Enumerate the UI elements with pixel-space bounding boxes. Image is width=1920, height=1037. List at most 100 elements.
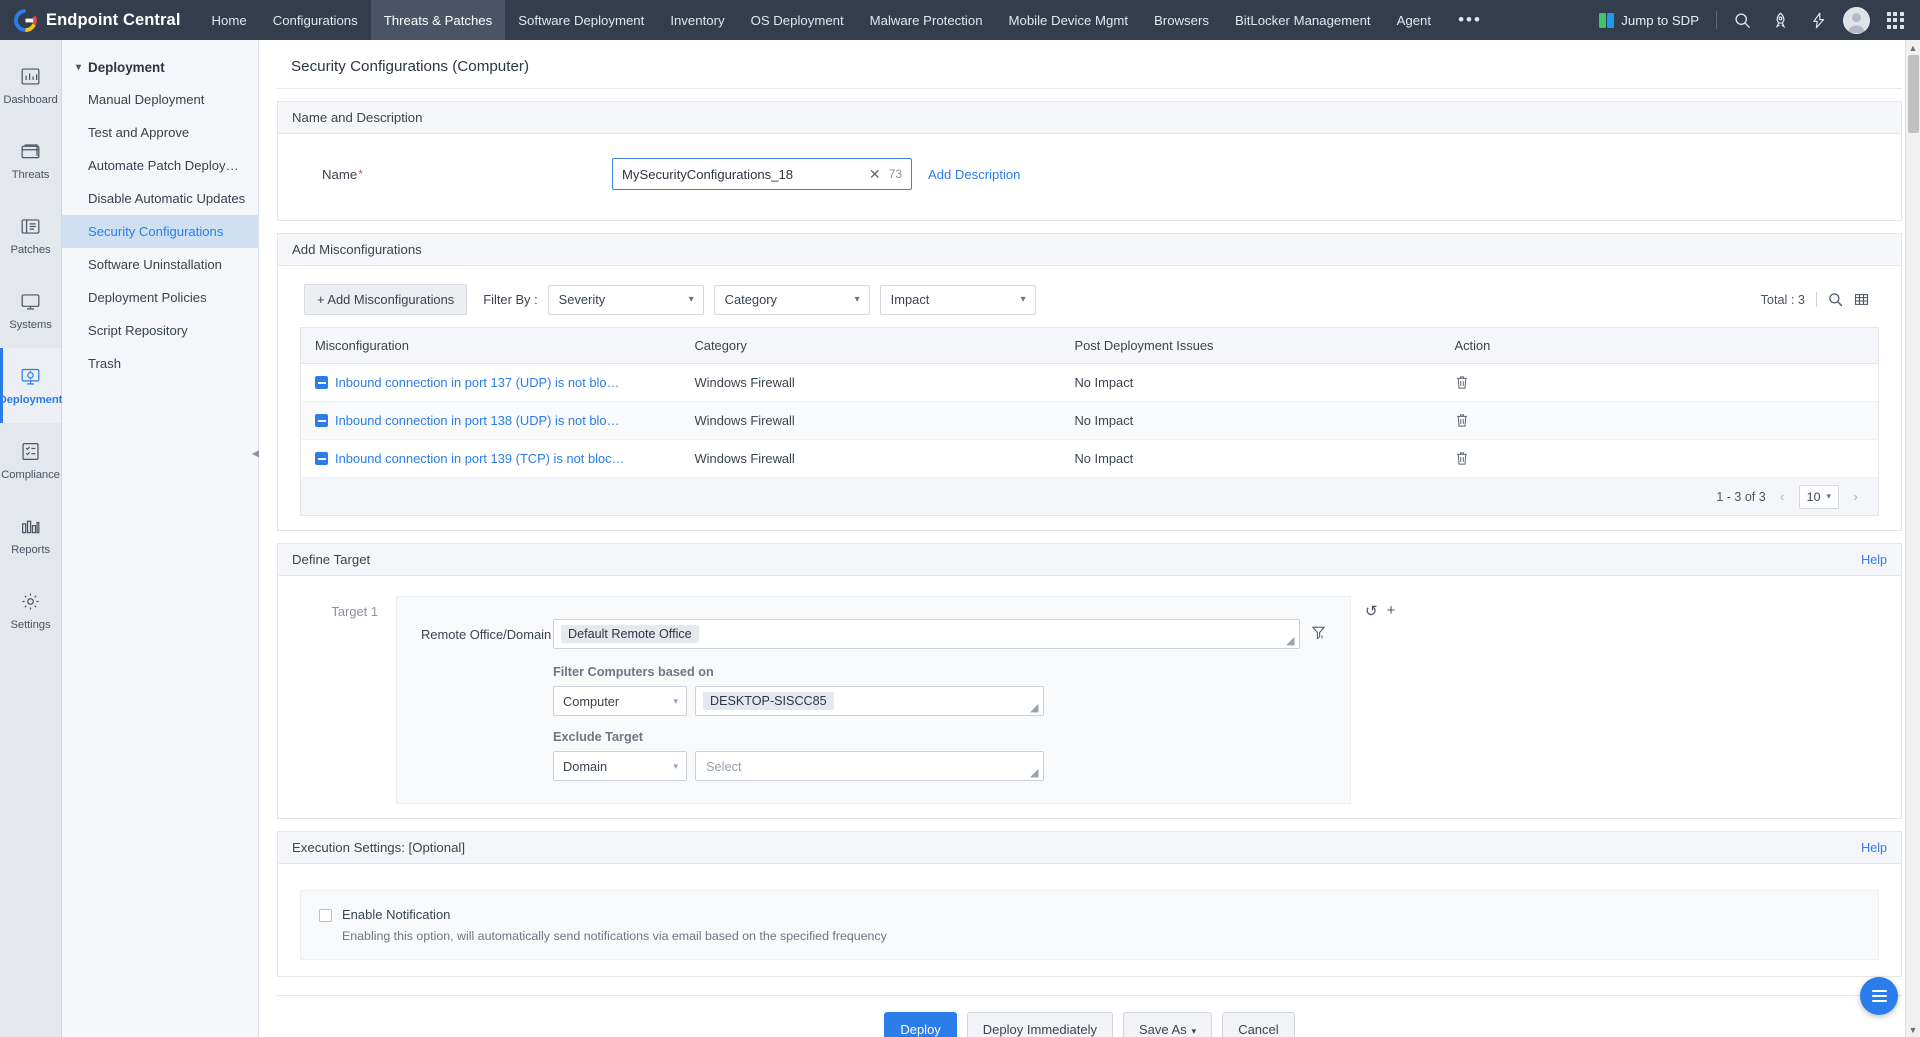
rail-item-dashboard[interactable]: Dashboard (0, 48, 61, 123)
cancel-button[interactable]: Cancel (1222, 1012, 1295, 1037)
remove-toggle-icon[interactable] (315, 452, 328, 465)
remove-toggle-icon[interactable] (315, 376, 328, 389)
lightning-icon[interactable] (1799, 0, 1837, 40)
remove-toggle-icon[interactable] (315, 414, 328, 427)
clear-icon[interactable]: ✕ (865, 159, 885, 189)
rail-item-systems[interactable]: Systems (0, 273, 61, 348)
scrollbar-thumb[interactable] (1908, 55, 1919, 133)
rail-item-patches[interactable]: Patches (0, 198, 61, 273)
nav-item-agent[interactable]: Agent (1384, 0, 1444, 40)
nav-item-mobile-device-mgmt[interactable]: Mobile Device Mgmt (996, 0, 1141, 40)
delete-row-icon[interactable] (1455, 451, 1865, 466)
misconfiguration-link[interactable]: Inbound connection in port 137 (UDP) is … (335, 375, 625, 390)
target-card: Remote Office/Domain Default Remote Offi… (396, 596, 1351, 804)
filter-clear-icon[interactable]: x (1311, 619, 1326, 640)
resize-grip-icon[interactable]: ◢ (1030, 703, 1041, 714)
menu-bars-icon (1871, 990, 1887, 1002)
page-scrollbar[interactable]: ▲ ▼ (1905, 40, 1920, 1037)
compliance-icon (20, 441, 41, 462)
chevron-down-icon: ▾ (688, 294, 694, 305)
name-input[interactable] (613, 159, 865, 189)
sidebar-item-disable-automatic-updates[interactable]: Disable Automatic Updates (62, 182, 258, 215)
resize-grip-icon[interactable]: ◢ (1286, 636, 1297, 647)
column-header-action[interactable]: Action (1440, 327, 1879, 364)
table-search-icon[interactable] (1828, 292, 1843, 307)
top-nav-right-actions: Jump to SDP (1588, 0, 1920, 40)
reset-target-icon[interactable]: ↺ (1365, 602, 1378, 620)
add-description-link[interactable]: Add Description (928, 167, 1020, 182)
rail-item-reports[interactable]: Reports (0, 498, 61, 573)
enable-notification-label: Enable Notification (342, 907, 451, 922)
category-filter-dropdown[interactable]: Category ▾ (713, 284, 870, 315)
pagination-range: 1 - 3 of 3 (1716, 489, 1766, 504)
misconfiguration-link[interactable]: Inbound connection in port 139 (TCP) is … (335, 451, 625, 466)
deploy-button[interactable]: Deploy (884, 1012, 957, 1037)
scroll-down-arrow-icon[interactable]: ▼ (1906, 1022, 1920, 1037)
remote-office-chip: Default Remote Office (561, 625, 699, 643)
rail-item-deployment[interactable]: Deployment (0, 348, 62, 423)
nav-item-os-deployment[interactable]: OS Deployment (738, 0, 857, 40)
app-grid-icon[interactable] (1876, 0, 1914, 40)
category-filter-value: Category (724, 292, 777, 307)
sidebar-item-security-configurations[interactable]: Security Configurations (62, 215, 258, 248)
brand-logo-area[interactable]: Endpoint Central (0, 0, 199, 40)
rail-item-threats[interactable]: Threats (0, 123, 61, 198)
sidebar-section-deployment[interactable]: ▾ Deployment (62, 52, 258, 83)
systems-icon (20, 291, 41, 312)
nav-item-threats-and-patches[interactable]: Threats & Patches (370, 0, 506, 40)
enable-notification-row: Enable Notification (319, 907, 1860, 922)
delete-row-icon[interactable] (1455, 413, 1865, 428)
nav-item-bitlocker-management[interactable]: BitLocker Management (1222, 0, 1384, 40)
sidebar-item-manual-deployment[interactable]: Manual Deployment (62, 83, 258, 116)
nav-overflow-menu-icon[interactable]: ••• (1444, 0, 1496, 40)
save-as-button[interactable]: Save As ▾ (1122, 1012, 1213, 1037)
nav-item-malware-protection[interactable]: Malware Protection (857, 0, 996, 40)
column-header-post-deployment-issues[interactable]: Post Deployment Issues (1060, 327, 1441, 364)
add-misconfigurations-button[interactable]: + Add Misconfigurations (304, 284, 468, 315)
execution-settings-help-link[interactable]: Help (1861, 841, 1887, 855)
jump-to-sdp-button[interactable]: Jump to SDP (1588, 12, 1710, 28)
sidebar-item-script-repository[interactable]: Script Repository (62, 314, 258, 347)
impact-filter-dropdown[interactable]: Impact ▾ (879, 284, 1036, 315)
filter-type-dropdown[interactable]: Computer ▾ (553, 686, 687, 716)
exclude-type-dropdown[interactable]: Domain ▾ (553, 751, 687, 781)
delete-row-icon[interactable] (1455, 375, 1865, 390)
nav-item-configurations[interactable]: Configurations (260, 0, 371, 40)
nav-item-software-deployment[interactable]: Software Deployment (505, 0, 657, 40)
pagination-next-button[interactable]: › (1847, 486, 1864, 508)
scroll-up-arrow-icon[interactable]: ▲ (1906, 40, 1920, 55)
column-chooser-icon[interactable] (1854, 292, 1869, 307)
nav-item-inventory[interactable]: Inventory (657, 0, 737, 40)
rocket-icon[interactable] (1761, 0, 1799, 40)
table-header: Misconfiguration Category Post Deploymen… (300, 327, 1879, 364)
rail-item-compliance[interactable]: Compliance (0, 423, 61, 498)
enable-notification-checkbox[interactable] (319, 909, 332, 922)
filter-type-value: Computer (563, 693, 620, 709)
filter-computers-input[interactable]: DESKTOP-SISCC85 ◢ (695, 686, 1044, 716)
page-size-dropdown[interactable]: 10 ▾ (1798, 484, 1839, 509)
sidebar-item-trash[interactable]: Trash (62, 347, 258, 380)
pagination-prev-button[interactable]: ‹ (1774, 486, 1791, 508)
sidebar-item-deployment-policies[interactable]: Deployment Policies (62, 281, 258, 314)
column-header-category[interactable]: Category (680, 327, 1061, 364)
nav-item-browsers[interactable]: Browsers (1141, 0, 1222, 40)
severity-filter-dropdown[interactable]: Severity ▾ (547, 284, 704, 315)
sidebar-item-automate-patch-deployment[interactable]: Automate Patch Deployment (62, 149, 258, 182)
add-target-icon[interactable]: + (1387, 602, 1396, 619)
add-misconfigurations-header: Add Misconfigurations (278, 234, 1901, 266)
resize-grip-icon[interactable]: ◢ (1030, 768, 1041, 779)
remote-office-domain-input[interactable]: Default Remote Office ◢ (553, 619, 1300, 649)
rail-item-settings[interactable]: Settings (0, 573, 61, 648)
define-target-help-link[interactable]: Help (1861, 553, 1887, 567)
search-icon[interactable] (1723, 0, 1761, 40)
misconfiguration-link[interactable]: Inbound connection in port 138 (UDP) is … (335, 413, 625, 428)
exclude-target-input[interactable]: Select ◢ (695, 751, 1044, 781)
help-menu-fab[interactable] (1860, 977, 1898, 1015)
sidebar-item-software-uninstallation[interactable]: Software Uninstallation (62, 248, 258, 281)
column-header-misconfiguration[interactable]: Misconfiguration (300, 327, 681, 364)
nav-item-home[interactable]: Home (199, 0, 260, 40)
sidebar-item-test-and-approve[interactable]: Test and Approve (62, 116, 258, 149)
avatar[interactable] (1843, 6, 1870, 34)
cell-post-deployment-issues: No Impact (1060, 363, 1441, 402)
deploy-immediately-button[interactable]: Deploy Immediately (966, 1012, 1113, 1037)
